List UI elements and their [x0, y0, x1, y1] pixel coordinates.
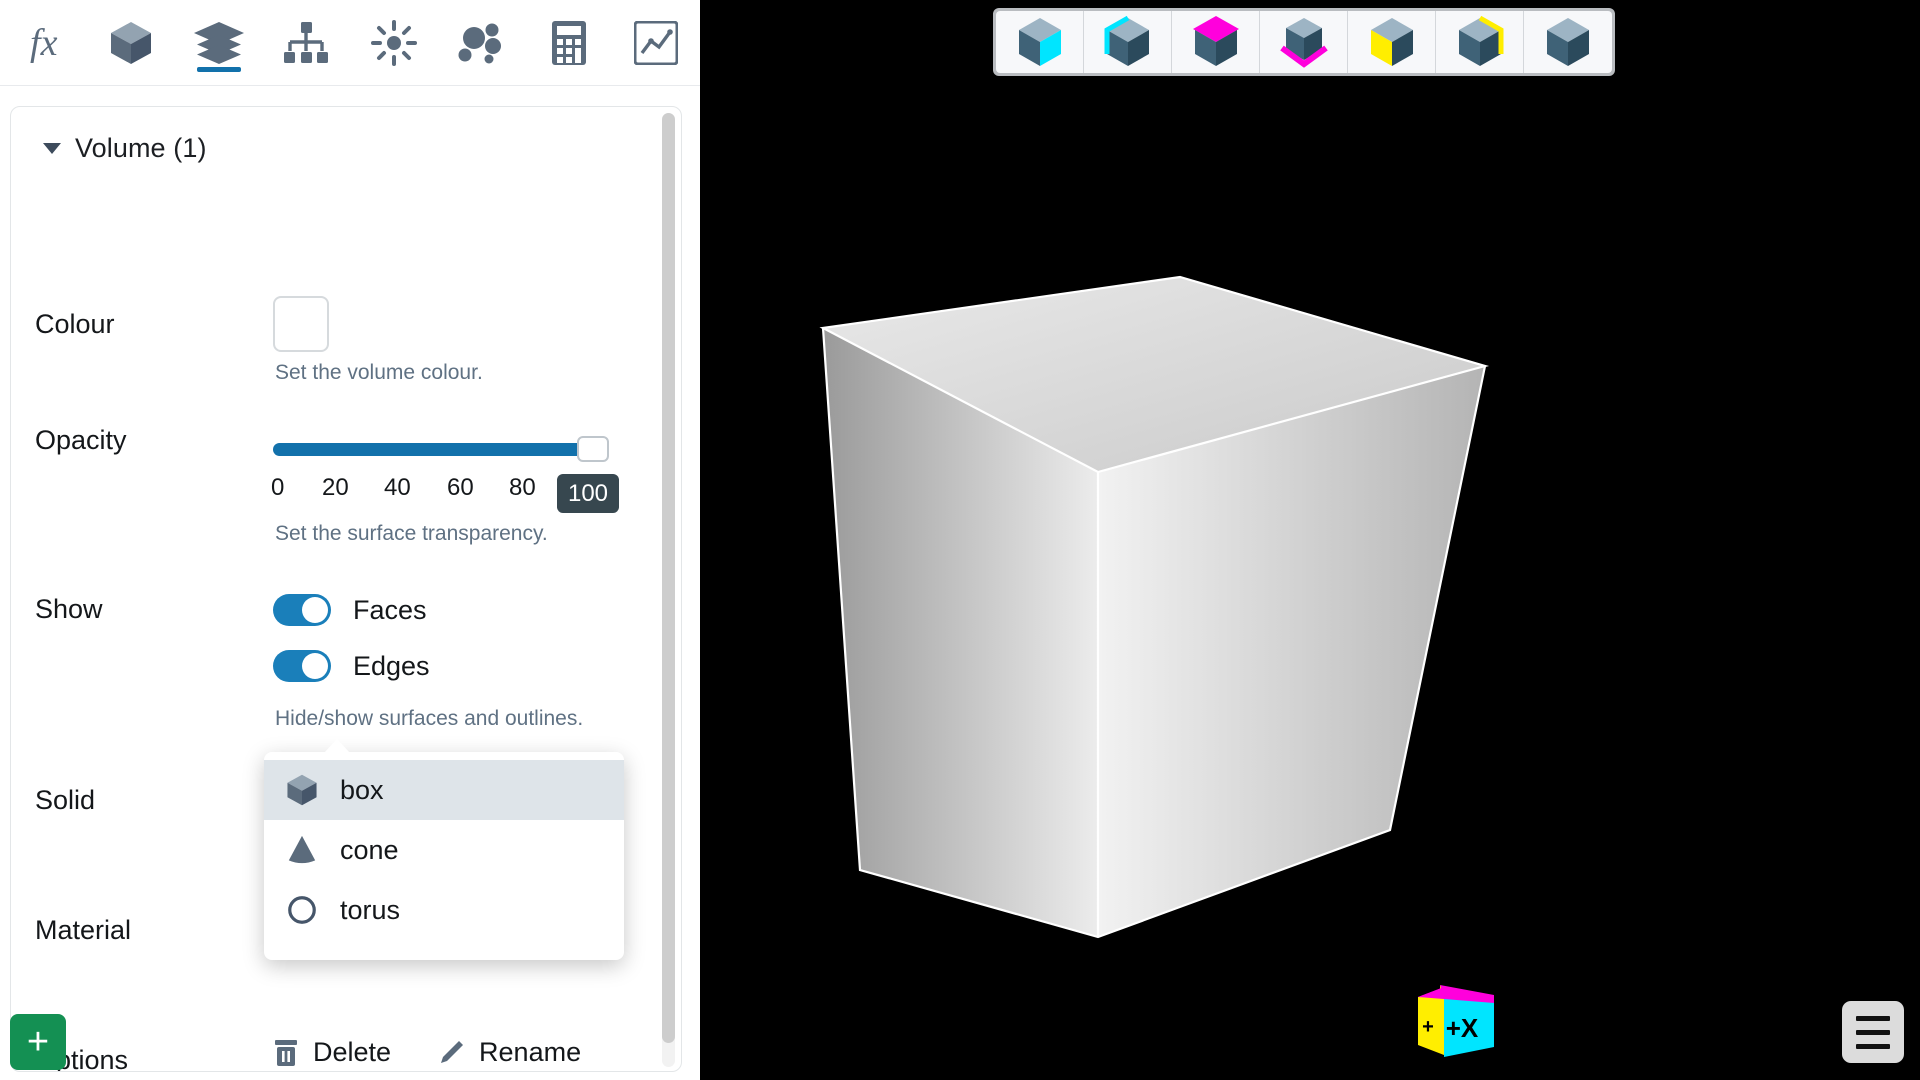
gizmo-axis-label: +X — [1446, 1013, 1479, 1043]
opacity-value-badge: 100 — [557, 474, 619, 513]
colour-swatch[interactable] — [273, 296, 329, 352]
view-preset-right[interactable] — [996, 11, 1084, 73]
delete-button-label: Delete — [313, 1037, 392, 1067]
panel-scrollbar-thumb[interactable] — [662, 113, 675, 1043]
menu-icon — [1856, 1015, 1890, 1021]
chart-icon — [634, 20, 679, 65]
toolbar-item-lighting[interactable] — [350, 0, 438, 86]
help-colour: Set the volume colour. — [275, 361, 483, 384]
row-label-opacity: Opacity — [35, 425, 127, 455]
toggle-edges-switch[interactable] — [273, 650, 331, 682]
toggle-faces-switch[interactable] — [273, 594, 331, 626]
fx-icon: fx — [30, 21, 58, 64]
toggle-faces[interactable]: Faces — [273, 594, 427, 626]
tick-60: 60 — [447, 474, 474, 501]
toolbar-item-calculator[interactable] — [525, 0, 613, 86]
toggle-knob — [302, 597, 328, 623]
toggle-faces-label: Faces — [353, 594, 427, 625]
toolbar-item-hierarchy[interactable] — [263, 0, 351, 86]
chevron-down-icon — [43, 143, 61, 154]
cube-icon — [287, 774, 317, 806]
toolbar-item-styles[interactable] — [175, 0, 263, 86]
toolbar-item-plot[interactable] — [613, 0, 701, 86]
solid-option-label: cone — [340, 834, 399, 865]
tick-40: 40 — [384, 474, 411, 501]
options-buttons: Delete Rename — [273, 1037, 581, 1068]
view-preset-top[interactable] — [1172, 11, 1260, 73]
tree-icon — [284, 21, 329, 63]
view-preset-top-left-edges[interactable] — [1084, 11, 1172, 73]
pencil-icon — [441, 1040, 464, 1063]
row-label-material: Material — [35, 915, 132, 945]
menu-icon — [1856, 1029, 1890, 1035]
tick-80: 80 — [509, 474, 536, 501]
left-panel: fx Volume (1) Colour Set the volume colo… — [0, 0, 700, 1080]
rendered-cube — [819, 275, 1490, 939]
cube-top-face-icon — [1192, 16, 1239, 66]
toggle-edges-label: Edges — [353, 650, 430, 681]
toolbar-item-fx[interactable]: fx — [0, 0, 88, 86]
cube-right-face-icon — [1018, 18, 1061, 66]
svg-text:+: + — [1422, 1016, 1434, 1038]
app-root: fx Volume (1) Colour Set the volume colo… — [0, 0, 1920, 1080]
torus-icon — [288, 896, 316, 924]
toolbar-item-solids[interactable] — [88, 0, 176, 86]
solid-option-torus[interactable]: torus — [264, 880, 624, 940]
cube-left-face-icon — [1370, 18, 1413, 66]
molecule-icon — [458, 23, 502, 63]
light-icon — [370, 19, 417, 66]
rename-button-label: Rename — [479, 1037, 582, 1067]
menu-icon — [1856, 1043, 1890, 1049]
view-preset-top-right-edges[interactable] — [1436, 11, 1524, 73]
help-show: Hide/show surfaces and outlines. — [275, 707, 584, 730]
solid-option-box[interactable]: box — [264, 760, 624, 820]
cube-top-left-edge-icon — [1104, 15, 1149, 66]
tick-20: 20 — [322, 474, 349, 501]
section-title: Volume (1) — [75, 133, 207, 163]
row-label-solid: Solid — [35, 785, 96, 815]
trash-icon — [275, 1039, 297, 1066]
slider-thumb[interactable] — [577, 436, 609, 462]
view-preset-bottom[interactable] — [1260, 11, 1348, 73]
view-preset-toolbar — [993, 8, 1615, 76]
viewport-3d[interactable]: +X + — [700, 0, 1920, 1080]
calculator-icon — [551, 20, 586, 65]
layers-icon — [193, 21, 244, 64]
cone-icon — [288, 835, 316, 864]
toggle-edges[interactable]: Edges — [273, 650, 430, 682]
icon-toolbar: fx — [0, 0, 700, 86]
section-header-volume[interactable]: Volume (1) — [43, 133, 207, 164]
cube-bottom-edge-icon — [1279, 18, 1328, 68]
row-label-show: Show — [35, 594, 103, 624]
solid-option-label: box — [340, 774, 384, 805]
help-opacity: Set the surface transparency. — [275, 522, 548, 545]
toggle-knob — [302, 653, 328, 679]
delete-button[interactable]: Delete — [273, 1037, 391, 1068]
solid-option-label: torus — [340, 894, 401, 925]
toolbar-item-particles[interactable] — [438, 0, 526, 86]
cube-top-right-edge-icon — [1458, 15, 1503, 66]
tick-0: 0 — [271, 474, 285, 501]
slider-track — [273, 443, 603, 456]
axis-orientation-gizmo[interactable]: +X + — [1410, 975, 1506, 1067]
opacity-slider[interactable] — [273, 436, 609, 462]
rename-button[interactable]: Rename — [437, 1037, 581, 1068]
viewport-menu-button[interactable] — [1842, 1001, 1904, 1063]
solid-dropdown-popover: box cone torus — [264, 739, 624, 960]
view-preset-default[interactable] — [1524, 11, 1612, 73]
plus-icon: + — [26, 1021, 50, 1063]
view-preset-left[interactable] — [1348, 11, 1436, 73]
cube-plain-icon — [1547, 18, 1589, 66]
add-style-button[interactable]: + — [10, 1014, 66, 1070]
slider-tick-labels: 0 20 40 60 80 100 — [267, 474, 619, 513]
cube-icon — [111, 21, 152, 64]
solid-option-cone[interactable]: cone — [264, 820, 624, 880]
row-label-colour: Colour — [35, 309, 115, 339]
